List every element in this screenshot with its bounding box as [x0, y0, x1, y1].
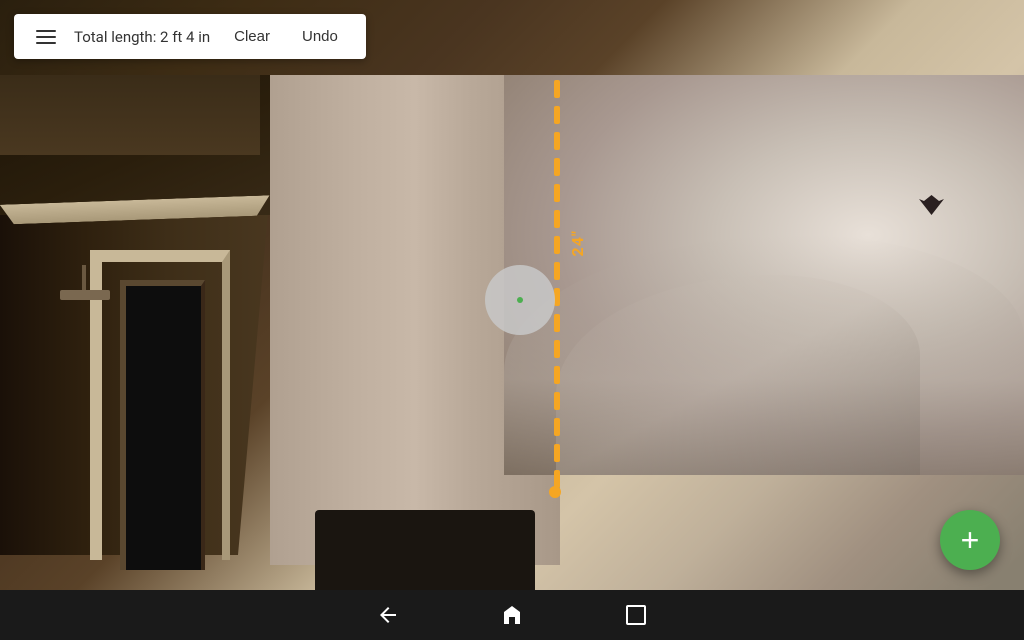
- clear-button[interactable]: Clear: [226, 24, 278, 49]
- camera-view: 24" +: [0, 0, 1024, 640]
- recents-button[interactable]: [624, 603, 648, 627]
- dash-segment: [554, 158, 560, 176]
- menu-icon[interactable]: [34, 28, 58, 46]
- dash-segment: [554, 340, 560, 358]
- menu-line-3: [36, 42, 56, 44]
- dash-segment: [554, 184, 560, 202]
- dash-segment: [554, 366, 560, 384]
- top-bar: Total length: 2 ft 4 in Clear Undo: [14, 14, 366, 59]
- app-container: 24" + Total length: 2 ft 4 in Clear Undo: [0, 0, 1024, 640]
- home-icon: [500, 603, 524, 627]
- dash-segment: [554, 210, 560, 228]
- menu-line-1: [36, 30, 56, 32]
- art-frame: [504, 75, 1024, 475]
- total-length-label: Total length: 2 ft 4 in: [74, 28, 210, 46]
- endpoint-bottom[interactable]: [549, 486, 561, 498]
- drag-handle-dot: [517, 297, 523, 303]
- dash-segment: [554, 262, 560, 280]
- undo-button[interactable]: Undo: [294, 24, 346, 49]
- measurement-line: [555, 80, 559, 500]
- measurement-label: 24": [568, 230, 587, 256]
- door-frame: [120, 280, 205, 570]
- dash-segment: [554, 314, 560, 332]
- dash-segment: [554, 392, 560, 410]
- menu-line-2: [36, 36, 56, 38]
- furniture: [315, 510, 535, 590]
- bottom-nav: [0, 590, 1024, 640]
- dash-segment: [554, 132, 560, 150]
- home-button[interactable]: [500, 603, 524, 627]
- art-bird-icon: [919, 195, 944, 215]
- drag-handle[interactable]: [485, 265, 555, 335]
- recents-icon: [624, 603, 648, 627]
- add-measurement-button[interactable]: +: [940, 510, 1000, 570]
- back-icon: [376, 603, 400, 627]
- dash-segment: [554, 80, 560, 98]
- dash-segment: [554, 418, 560, 436]
- art-content: [504, 75, 1024, 475]
- back-button[interactable]: [376, 603, 400, 627]
- dash-segment: [554, 444, 560, 462]
- dash-segment: [554, 106, 560, 124]
- dash-segment: [554, 236, 560, 254]
- plus-icon: +: [961, 524, 980, 556]
- light-fixture: [60, 290, 110, 300]
- ceiling-detail: [0, 75, 260, 155]
